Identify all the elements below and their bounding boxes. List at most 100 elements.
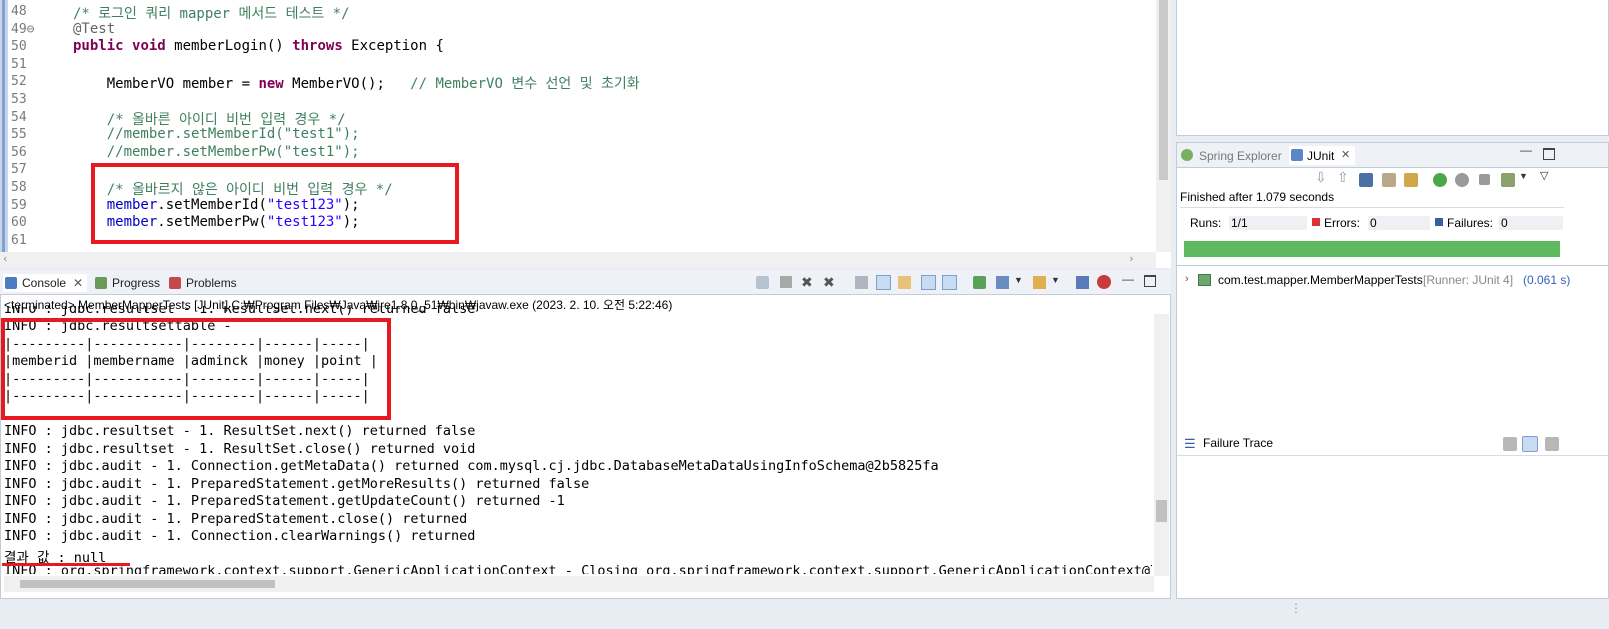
rerun-test-icon[interactable] bbox=[1433, 173, 1447, 187]
code-line[interactable]: //member.setMemberPw("test1"); bbox=[73, 144, 360, 160]
close-icon[interactable]: ✕ bbox=[73, 274, 83, 292]
code-token: // MemberVO 변수 선언 및 초기화 bbox=[410, 76, 640, 93]
junit-progress-track bbox=[1184, 241, 1560, 257]
code-editor[interactable]: 48 /* 로그인 쿼리 mapper 메서드 테스트 */ 49⊖ @Test 50 p… bbox=[0, 0, 1171, 268]
tab-junit[interactable]: JUnit ✕ bbox=[1289, 146, 1355, 165]
line-number: 57 bbox=[11, 162, 27, 178]
code-token: MemberVO(); bbox=[283, 76, 411, 93]
scroll-right-icon[interactable]: › bbox=[1128, 252, 1135, 265]
scroll-left-icon[interactable]: ‹ bbox=[2, 252, 9, 265]
expand-icon[interactable]: › bbox=[1185, 273, 1189, 285]
junit-panel: Spring Explorer JUnit ✕ — ⇩ ⇧ ▼ ▽ Finish… bbox=[1176, 142, 1609, 599]
code-line[interactable]: public void memberLogin() throws Excepti… bbox=[73, 38, 444, 54]
line-number: 52 bbox=[11, 74, 27, 90]
maximize-icon[interactable] bbox=[1543, 148, 1555, 160]
view-menu-icon[interactable]: ▽ bbox=[1540, 169, 1548, 182]
errors-value: 0 bbox=[1368, 216, 1430, 230]
line-number: 53 bbox=[11, 92, 27, 107]
filter-stack-icon[interactable] bbox=[1503, 437, 1517, 451]
runs-label: Runs: bbox=[1190, 216, 1222, 230]
next-failure-icon[interactable]: ⇩ bbox=[1315, 169, 1327, 186]
display-console-icon[interactable] bbox=[996, 276, 1009, 289]
code-token: public bbox=[73, 38, 124, 55]
tab-problems[interactable]: Problems bbox=[169, 274, 249, 292]
maximize-icon[interactable] bbox=[1144, 275, 1156, 287]
line-number: 50 bbox=[11, 39, 27, 55]
outline-panel bbox=[1176, 0, 1609, 136]
clear-console-icon[interactable] bbox=[855, 276, 868, 289]
console-line: INFO : jdbc.audit - 1. PreparedStatement… bbox=[4, 510, 468, 527]
history-icon[interactable] bbox=[1501, 173, 1515, 187]
compare-icon[interactable] bbox=[1522, 436, 1538, 452]
pin-icon[interactable] bbox=[756, 276, 769, 289]
line-number: 55 bbox=[11, 127, 27, 143]
console-hscroll-thumb[interactable] bbox=[20, 580, 275, 588]
terminate-icon[interactable] bbox=[780, 276, 792, 288]
chevron-down-icon[interactable]: ▼ bbox=[1014, 275, 1023, 285]
pin-console-icon[interactable] bbox=[973, 276, 986, 289]
new-console-icon[interactable] bbox=[1076, 276, 1089, 289]
config-icon[interactable] bbox=[1097, 275, 1111, 289]
junit-finished-text: Finished after 1.079 seconds bbox=[1180, 190, 1335, 204]
copy-trace-icon[interactable] bbox=[1545, 437, 1559, 451]
console-scroll-thumb[interactable] bbox=[1156, 500, 1167, 522]
errors-label: Errors: bbox=[1324, 216, 1360, 230]
line-number: 48 bbox=[11, 4, 27, 19]
scroll-lock-icon[interactable] bbox=[1382, 173, 1396, 187]
line-number: 59 bbox=[11, 197, 27, 213]
minimize-icon[interactable]: — bbox=[1122, 272, 1134, 286]
show-stdout-icon[interactable] bbox=[921, 275, 936, 290]
junit-progress-bar bbox=[1184, 241, 1560, 257]
code-line[interactable]: MemberVO member = new MemberVO(); // Mem… bbox=[73, 73, 640, 93]
remove-launch-icon[interactable]: ✖ bbox=[801, 274, 813, 291]
junit-icon bbox=[1291, 149, 1303, 161]
chevron-down-icon[interactable]: ▼ bbox=[1519, 171, 1528, 181]
previous-failure-icon[interactable]: ⇧ bbox=[1337, 169, 1349, 186]
code-token: memberLogin() bbox=[165, 38, 293, 55]
code-token: new bbox=[258, 76, 284, 93]
test-suite-name: com.test.mapper.MemberMapperTests bbox=[1218, 273, 1423, 287]
junit-divider bbox=[1180, 207, 1564, 208]
console-icon bbox=[5, 277, 17, 289]
line-number: 54 bbox=[11, 109, 27, 125]
line-number: 60 bbox=[11, 215, 27, 231]
tab-progress[interactable]: Progress bbox=[95, 274, 163, 292]
tab-console[interactable]: Console ✕ bbox=[3, 274, 87, 292]
minimize-icon[interactable]: — bbox=[1520, 143, 1532, 157]
code-token: @Test bbox=[73, 20, 116, 37]
tab-spring-label: Spring Explorer bbox=[1199, 149, 1282, 163]
show-stderr-icon[interactable] bbox=[942, 275, 957, 290]
tab-junit-label: JUnit bbox=[1307, 149, 1335, 163]
chevron-down-icon[interactable]: ▼ bbox=[1051, 275, 1060, 285]
editor-horizontal-scrollbar[interactable]: ‹ › bbox=[0, 252, 1156, 268]
test-suite-icon bbox=[1198, 274, 1211, 286]
code-token: //member.setMemberPw("test1"); bbox=[73, 143, 360, 160]
rerun-failed-icon[interactable] bbox=[1455, 173, 1469, 187]
junit-tree-top-border bbox=[1177, 265, 1608, 266]
scroll-lock-icon[interactable] bbox=[876, 275, 891, 290]
line-number: 56 bbox=[11, 144, 27, 160]
show-failures-only-icon[interactable] bbox=[1359, 173, 1373, 187]
list-icon: ☰ bbox=[1184, 436, 1196, 451]
error-icon bbox=[1312, 218, 1320, 226]
console-line: INFO : jdbc.resultset - 1. ResultSet.nex… bbox=[4, 306, 476, 317]
runs-value: 1/1 bbox=[1229, 216, 1307, 230]
lock-icon[interactable] bbox=[1404, 173, 1418, 187]
highlight-underline bbox=[2, 563, 130, 566]
code-line[interactable]: //member.setMemberId("test1"); bbox=[73, 126, 360, 142]
remove-all-icon[interactable]: ✖ bbox=[823, 274, 835, 291]
tab-console-label: Console bbox=[22, 276, 67, 290]
code-line[interactable]: @Test bbox=[73, 21, 115, 37]
test-time: (0.061 s) bbox=[1523, 273, 1571, 287]
spring-leaf-icon bbox=[1181, 149, 1193, 161]
stop-icon[interactable] bbox=[1479, 174, 1490, 185]
open-console-icon[interactable] bbox=[1033, 276, 1046, 289]
failure-trace-header: ☰ Failure Trace bbox=[1177, 433, 1608, 456]
console-line: INFO : jdbc.audit - 1. Connection.getMet… bbox=[4, 458, 939, 474]
editor-scroll-thumb[interactable] bbox=[1159, 0, 1168, 180]
console-vertical-scrollbar[interactable] bbox=[1154, 314, 1169, 576]
close-icon[interactable]: ✕ bbox=[1341, 148, 1350, 161]
console-line: INFO : jdbc.resultset - 1. ResultSet.nex… bbox=[4, 423, 476, 439]
word-wrap-icon[interactable] bbox=[898, 276, 911, 289]
